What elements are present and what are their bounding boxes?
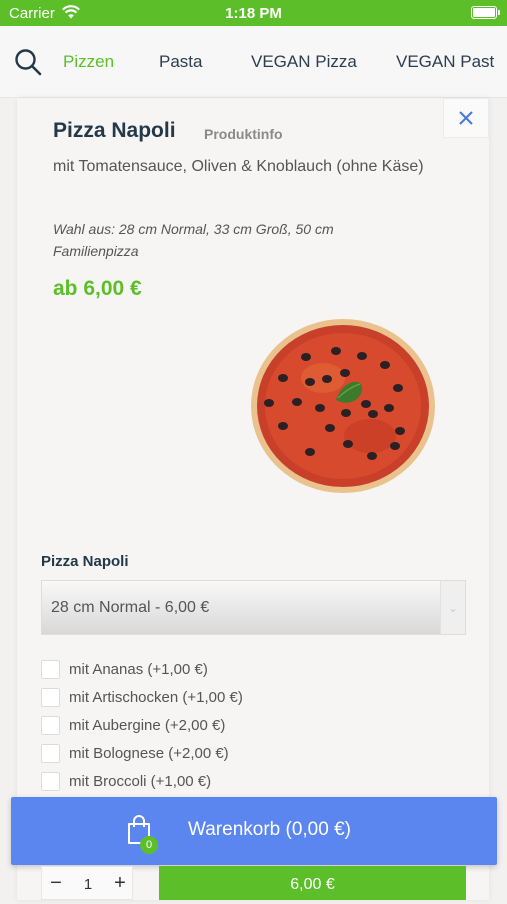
search-icon[interactable] (14, 48, 42, 76)
extra-checkbox[interactable] (41, 744, 60, 763)
battery-icon (471, 6, 500, 19)
extra-checkbox[interactable] (41, 716, 60, 735)
extra-checkbox[interactable] (41, 660, 60, 679)
tab-pizzen[interactable]: Pizzen (63, 52, 114, 72)
product-title: Pizza Napoli (53, 119, 176, 142)
close-icon (459, 111, 473, 125)
variant-label: Pizza Napoli (41, 553, 129, 570)
cart-label: Warenkorb (0,00 €) (188, 819, 351, 840)
extra-label: mit Broccoli (+1,00 €) (69, 773, 212, 790)
quantity-stepper: − 1 + (41, 866, 133, 900)
cart-button[interactable]: Warenkorb (0,00 €) (11, 797, 497, 865)
add-to-cart-button[interactable]: 6,00 € (159, 866, 466, 900)
cart-count-badge: 0 (140, 836, 158, 854)
size-select-value: 28 cm Normal - 6,00 € (51, 599, 210, 616)
size-select[interactable]: 28 cm Normal - 6,00 € ⌄ (41, 580, 466, 635)
chevron-down-icon: ⌄ (440, 581, 465, 634)
quantity-value: 1 (83, 876, 93, 893)
product-price: ab 6,00 € (53, 277, 142, 300)
tab-pasta[interactable]: Pasta (159, 52, 202, 72)
size-choice-text: Wahl aus: 28 cm Normal, 33 cm Groß, 50 c… (53, 221, 334, 259)
decrement-button[interactable]: − (48, 873, 64, 893)
tab-vegan-pizza[interactable]: VEGAN Pizza (251, 52, 357, 72)
product-info-link[interactable]: Produktinfo (204, 126, 283, 142)
extra-label: mit Aubergine (+2,00 €) (69, 717, 226, 734)
status-bar: Carrier 1:18 PM (0, 0, 507, 26)
product-description: mit Tomatensauce, Oliven & Knoblauch (oh… (53, 158, 424, 175)
increment-button[interactable]: + (112, 873, 128, 893)
close-button[interactable] (443, 98, 489, 138)
clock: 1:18 PM (225, 5, 282, 22)
extra-label: mit Bolognese (+2,00 €) (69, 745, 229, 762)
extra-label: mit Artischocken (+1,00 €) (69, 689, 243, 706)
category-nav: Pizzen Pasta VEGAN Pizza VEGAN Past (0, 26, 507, 98)
pizza-image (251, 319, 435, 493)
extra-checkbox[interactable] (41, 688, 60, 707)
extra-checkbox[interactable] (41, 772, 60, 791)
extra-label: mit Ananas (+1,00 €) (69, 661, 208, 678)
tab-vegan-pasta[interactable]: VEGAN Past (396, 52, 494, 72)
